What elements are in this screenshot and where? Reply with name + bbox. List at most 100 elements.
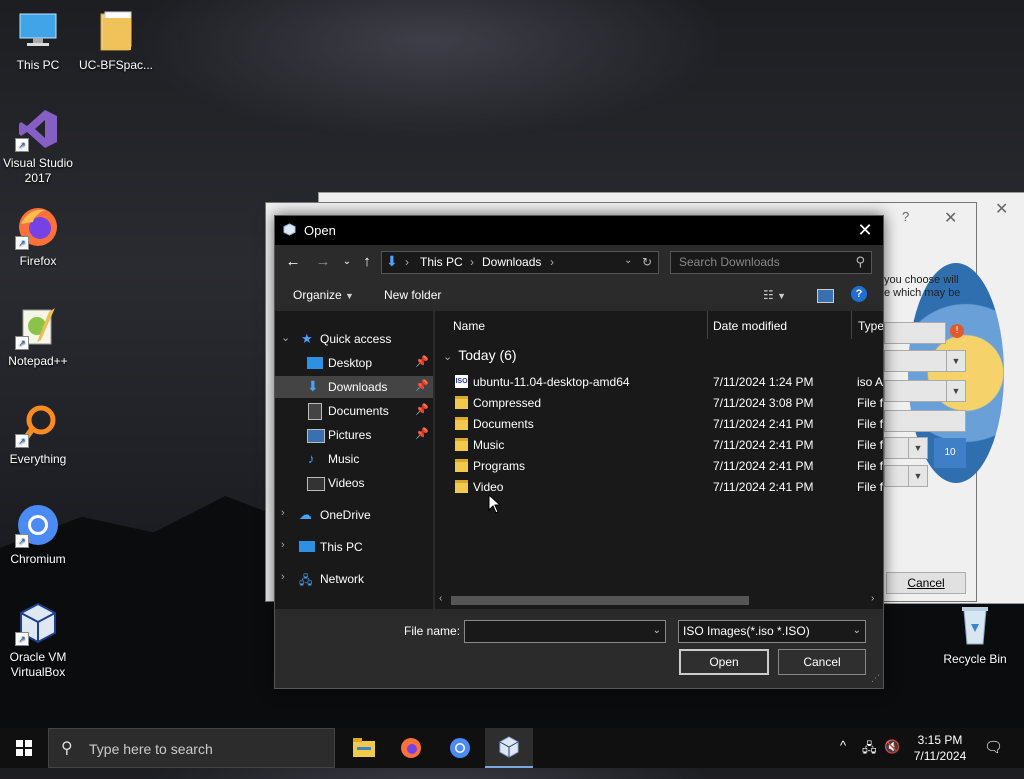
- chevron-down-icon[interactable]: ⌄: [443, 351, 452, 363]
- nav-item-documents[interactable]: Documents 📌: [275, 400, 433, 422]
- pin-icon[interactable]: 📌: [415, 355, 429, 368]
- column-divider[interactable]: [851, 311, 852, 339]
- nav-item-this-pc[interactable]: › This PC: [275, 536, 433, 558]
- show-hidden-icons-chevron-icon[interactable]: ^: [840, 738, 846, 778]
- taskbar-clock[interactable]: 3:15 PM 7/11/2024: [900, 732, 980, 764]
- background-field[interactable]: [884, 322, 946, 344]
- column-header-type[interactable]: Type: [858, 319, 883, 333]
- nav-item-quick-access[interactable]: ⌄ ★ Quick access: [275, 328, 433, 350]
- up-arrow-icon[interactable]: ↑: [357, 252, 377, 272]
- preview-pane-icon[interactable]: [817, 289, 834, 303]
- desktop-icon-label: Recycle Bin: [943, 652, 1007, 666]
- volume-muted-icon[interactable]: 🔇: [884, 739, 900, 779]
- desktop-icon-chromium[interactable]: ↗ Chromium: [0, 502, 76, 567]
- new-folder-button[interactable]: New folder: [384, 288, 441, 302]
- recent-locations-chevron-icon[interactable]: ⌄: [337, 252, 357, 272]
- desktop-icon-visual-studio[interactable]: ↗ Visual Studio 2017: [0, 106, 76, 186]
- help-button[interactable]: ?: [851, 286, 867, 302]
- file-type-value: ISO Images(*.iso *.ISO): [683, 624, 810, 638]
- chevron-right-icon[interactable]: ›: [281, 507, 285, 519]
- background-combo[interactable]: ▼: [884, 437, 928, 459]
- nav-item-pictures[interactable]: Pictures 📌: [275, 424, 433, 446]
- background-text-line: e which may be: [884, 287, 961, 299]
- recycle-bin-icon: [952, 602, 998, 648]
- background-combo[interactable]: ▼: [884, 380, 966, 402]
- nav-item-network[interactable]: › 🖧 Network: [275, 568, 433, 590]
- dialog-footer: File name: ⌄ ISO Images(*.iso *.ISO) ⌄ O…: [275, 611, 883, 688]
- breadcrumb-this-pc[interactable]: This PC: [420, 255, 463, 269]
- column-divider[interactable]: [707, 311, 708, 339]
- dialog-titlebar[interactable]: Open ✕: [275, 216, 883, 245]
- desktop-icon-uc-bfspac[interactable]: UC-BFSpac...: [78, 8, 154, 73]
- file-row[interactable]: ISO ubuntu-11.04-desktop-amd64 7/11/2024…: [435, 372, 883, 393]
- open-button[interactable]: Open: [679, 649, 769, 675]
- file-type: File fo: [857, 480, 883, 494]
- file-row[interactable]: Music 7/11/2024 2:41 PM File fo: [435, 435, 883, 456]
- background-combo[interactable]: ▼: [884, 350, 966, 372]
- desktop-icon-virtualbox[interactable]: ↗ Oracle VM VirtualBox: [0, 600, 76, 680]
- pin-icon[interactable]: 📌: [415, 403, 429, 416]
- background-field[interactable]: [884, 410, 966, 432]
- desktop-icon-recycle-bin[interactable]: Recycle Bin: [937, 602, 1013, 667]
- desktop-icon-this-pc[interactable]: This PC: [0, 8, 76, 73]
- taskbar-app-file-explorer[interactable]: [339, 728, 387, 768]
- open-file-dialog[interactable]: Open ✕ ← → ⌄ ↑ ⬇ › This PC › Downloads ›…: [274, 215, 884, 689]
- background-cancel-button[interactable]: Cancel: [886, 572, 966, 594]
- pin-icon[interactable]: 📌: [415, 379, 429, 392]
- mouse-cursor-icon: [488, 494, 502, 514]
- nav-item-label: Documents: [328, 404, 389, 418]
- address-dropdown-chevron-icon[interactable]: ⌄: [624, 255, 632, 266]
- nav-item-desktop[interactable]: Desktop 📌: [275, 352, 433, 374]
- desktop-icon-firefox[interactable]: ↗ Firefox: [0, 204, 76, 269]
- refresh-icon[interactable]: ↻: [642, 255, 652, 269]
- file-type-select[interactable]: ISO Images(*.iso *.ISO) ⌄: [678, 620, 866, 643]
- breadcrumb-downloads[interactable]: Downloads: [482, 255, 541, 269]
- chevron-down-icon[interactable]: ⌄: [281, 331, 290, 344]
- file-name: Video: [473, 480, 504, 494]
- scroll-left-arrow-icon[interactable]: ‹: [439, 593, 442, 604]
- file-row[interactable]: Video 7/11/2024 2:41 PM File fo: [435, 477, 883, 498]
- nav-item-downloads[interactable]: ⬇ Downloads 📌: [275, 376, 433, 398]
- file-row[interactable]: Compressed 7/11/2024 3:08 PM File fo: [435, 393, 883, 414]
- search-box[interactable]: Search Downloads ⚲: [670, 251, 872, 274]
- column-header-name[interactable]: Name: [453, 319, 485, 333]
- file-row[interactable]: Documents 7/11/2024 2:41 PM File fo: [435, 414, 883, 435]
- cancel-button[interactable]: Cancel: [778, 649, 866, 675]
- desktop-icon-everything[interactable]: ↗ Everything: [0, 402, 76, 467]
- taskbar-app-virtualbox[interactable]: [485, 728, 533, 768]
- group-header-today[interactable]: ⌄ Today (6): [443, 347, 517, 363]
- horizontal-scrollbar[interactable]: ‹ ›: [435, 593, 883, 607]
- organize-button[interactable]: Organize ▼: [293, 288, 354, 302]
- notification-center-icon[interactable]: 🗨: [984, 738, 1003, 778]
- view-options-icon[interactable]: ☷ ▼: [763, 288, 786, 302]
- help-icon[interactable]: ?: [902, 209, 909, 224]
- file-list-pane[interactable]: Name Date modified Type ⌄ Today (6) ISO u…: [435, 311, 883, 609]
- scrollbar-thumb[interactable]: [451, 596, 749, 605]
- close-icon[interactable]: ✕: [944, 208, 957, 228]
- back-arrow-icon[interactable]: ←: [283, 252, 303, 272]
- column-header-date[interactable]: Date modified: [713, 319, 787, 333]
- nav-item-onedrive[interactable]: › ☁ OneDrive: [275, 504, 433, 526]
- start-button[interactable]: [0, 728, 48, 768]
- chevron-down-icon[interactable]: ⌄: [653, 625, 661, 636]
- scroll-right-arrow-icon[interactable]: ›: [871, 593, 874, 604]
- chevron-right-icon[interactable]: ›: [281, 539, 285, 551]
- pin-icon[interactable]: 📌: [415, 427, 429, 440]
- resize-grip-icon[interactable]: ⋰: [871, 673, 880, 684]
- file-name-input[interactable]: ⌄: [464, 620, 666, 643]
- taskbar-app-chromium[interactable]: [436, 728, 484, 768]
- close-button[interactable]: ✕: [853, 218, 877, 242]
- background-combo[interactable]: ▼: [884, 465, 928, 487]
- desktop-icon-notepadpp[interactable]: ↗ Notepad++: [0, 304, 76, 369]
- taskbar-app-firefox[interactable]: [387, 728, 435, 768]
- chevron-right-icon[interactable]: ›: [281, 571, 285, 583]
- forward-arrow-icon[interactable]: →: [313, 252, 333, 272]
- file-type: File fo: [857, 459, 883, 473]
- network-icon[interactable]: 🖧: [862, 739, 877, 779]
- taskbar-search-box[interactable]: ⚲ Type here to search: [48, 728, 335, 768]
- file-row[interactable]: Programs 7/11/2024 2:41 PM File fo: [435, 456, 883, 477]
- nav-item-videos[interactable]: Videos: [275, 472, 433, 494]
- nav-item-music[interactable]: ♪ Music: [275, 448, 433, 470]
- close-icon[interactable]: ✕: [995, 199, 1008, 219]
- address-bar[interactable]: ⬇ › This PC › Downloads › ⌄ ↻: [381, 251, 659, 274]
